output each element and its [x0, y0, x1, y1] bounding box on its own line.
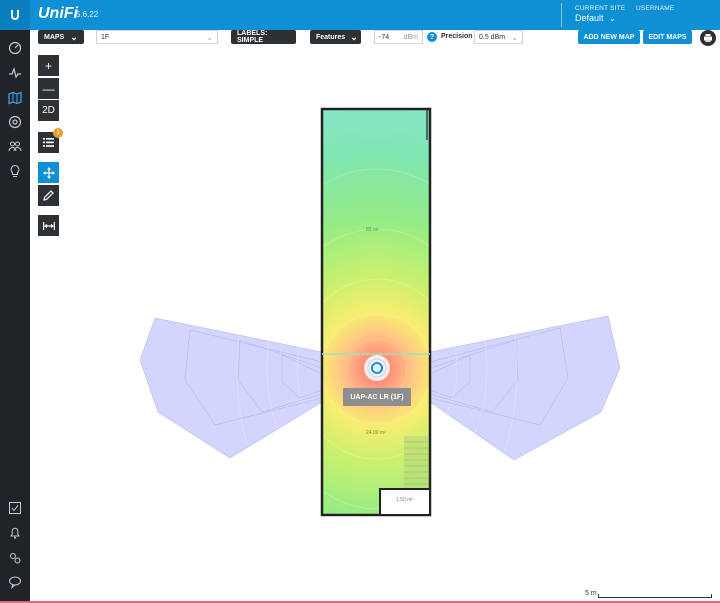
zoom-out-button[interactable]: —: [38, 78, 59, 99]
scale-bar: [598, 594, 712, 598]
room-area-label-small: 1.50 m²: [396, 497, 413, 503]
zoom-in-button[interactable]: +: [38, 55, 59, 76]
draw-tool-button[interactable]: [38, 185, 59, 206]
access-point-label[interactable]: UAP-AC LR (1F): [343, 388, 411, 406]
move-tool-button[interactable]: [38, 162, 59, 183]
scale-label: 5 m: [585, 590, 597, 597]
move-icon: [42, 166, 55, 179]
access-point-ring: [367, 358, 387, 378]
pencil-icon: [43, 190, 54, 201]
measure-tool-button[interactable]: [38, 215, 59, 236]
view-mode-button[interactable]: 2D: [38, 100, 59, 121]
floor-map-canvas[interactable]: [0, 0, 720, 603]
ruler-icon: [42, 221, 55, 230]
room-area-label-lower: 24.00 m²: [366, 430, 386, 436]
coverage-lobe-right: [429, 315, 621, 461]
notification-badge: 1: [53, 128, 63, 138]
room-area-label-upper: 85 m²: [366, 227, 379, 233]
hatched-region: [404, 436, 428, 488]
list-icon: [43, 138, 54, 147]
coverage-lobe-left: [139, 317, 323, 459]
